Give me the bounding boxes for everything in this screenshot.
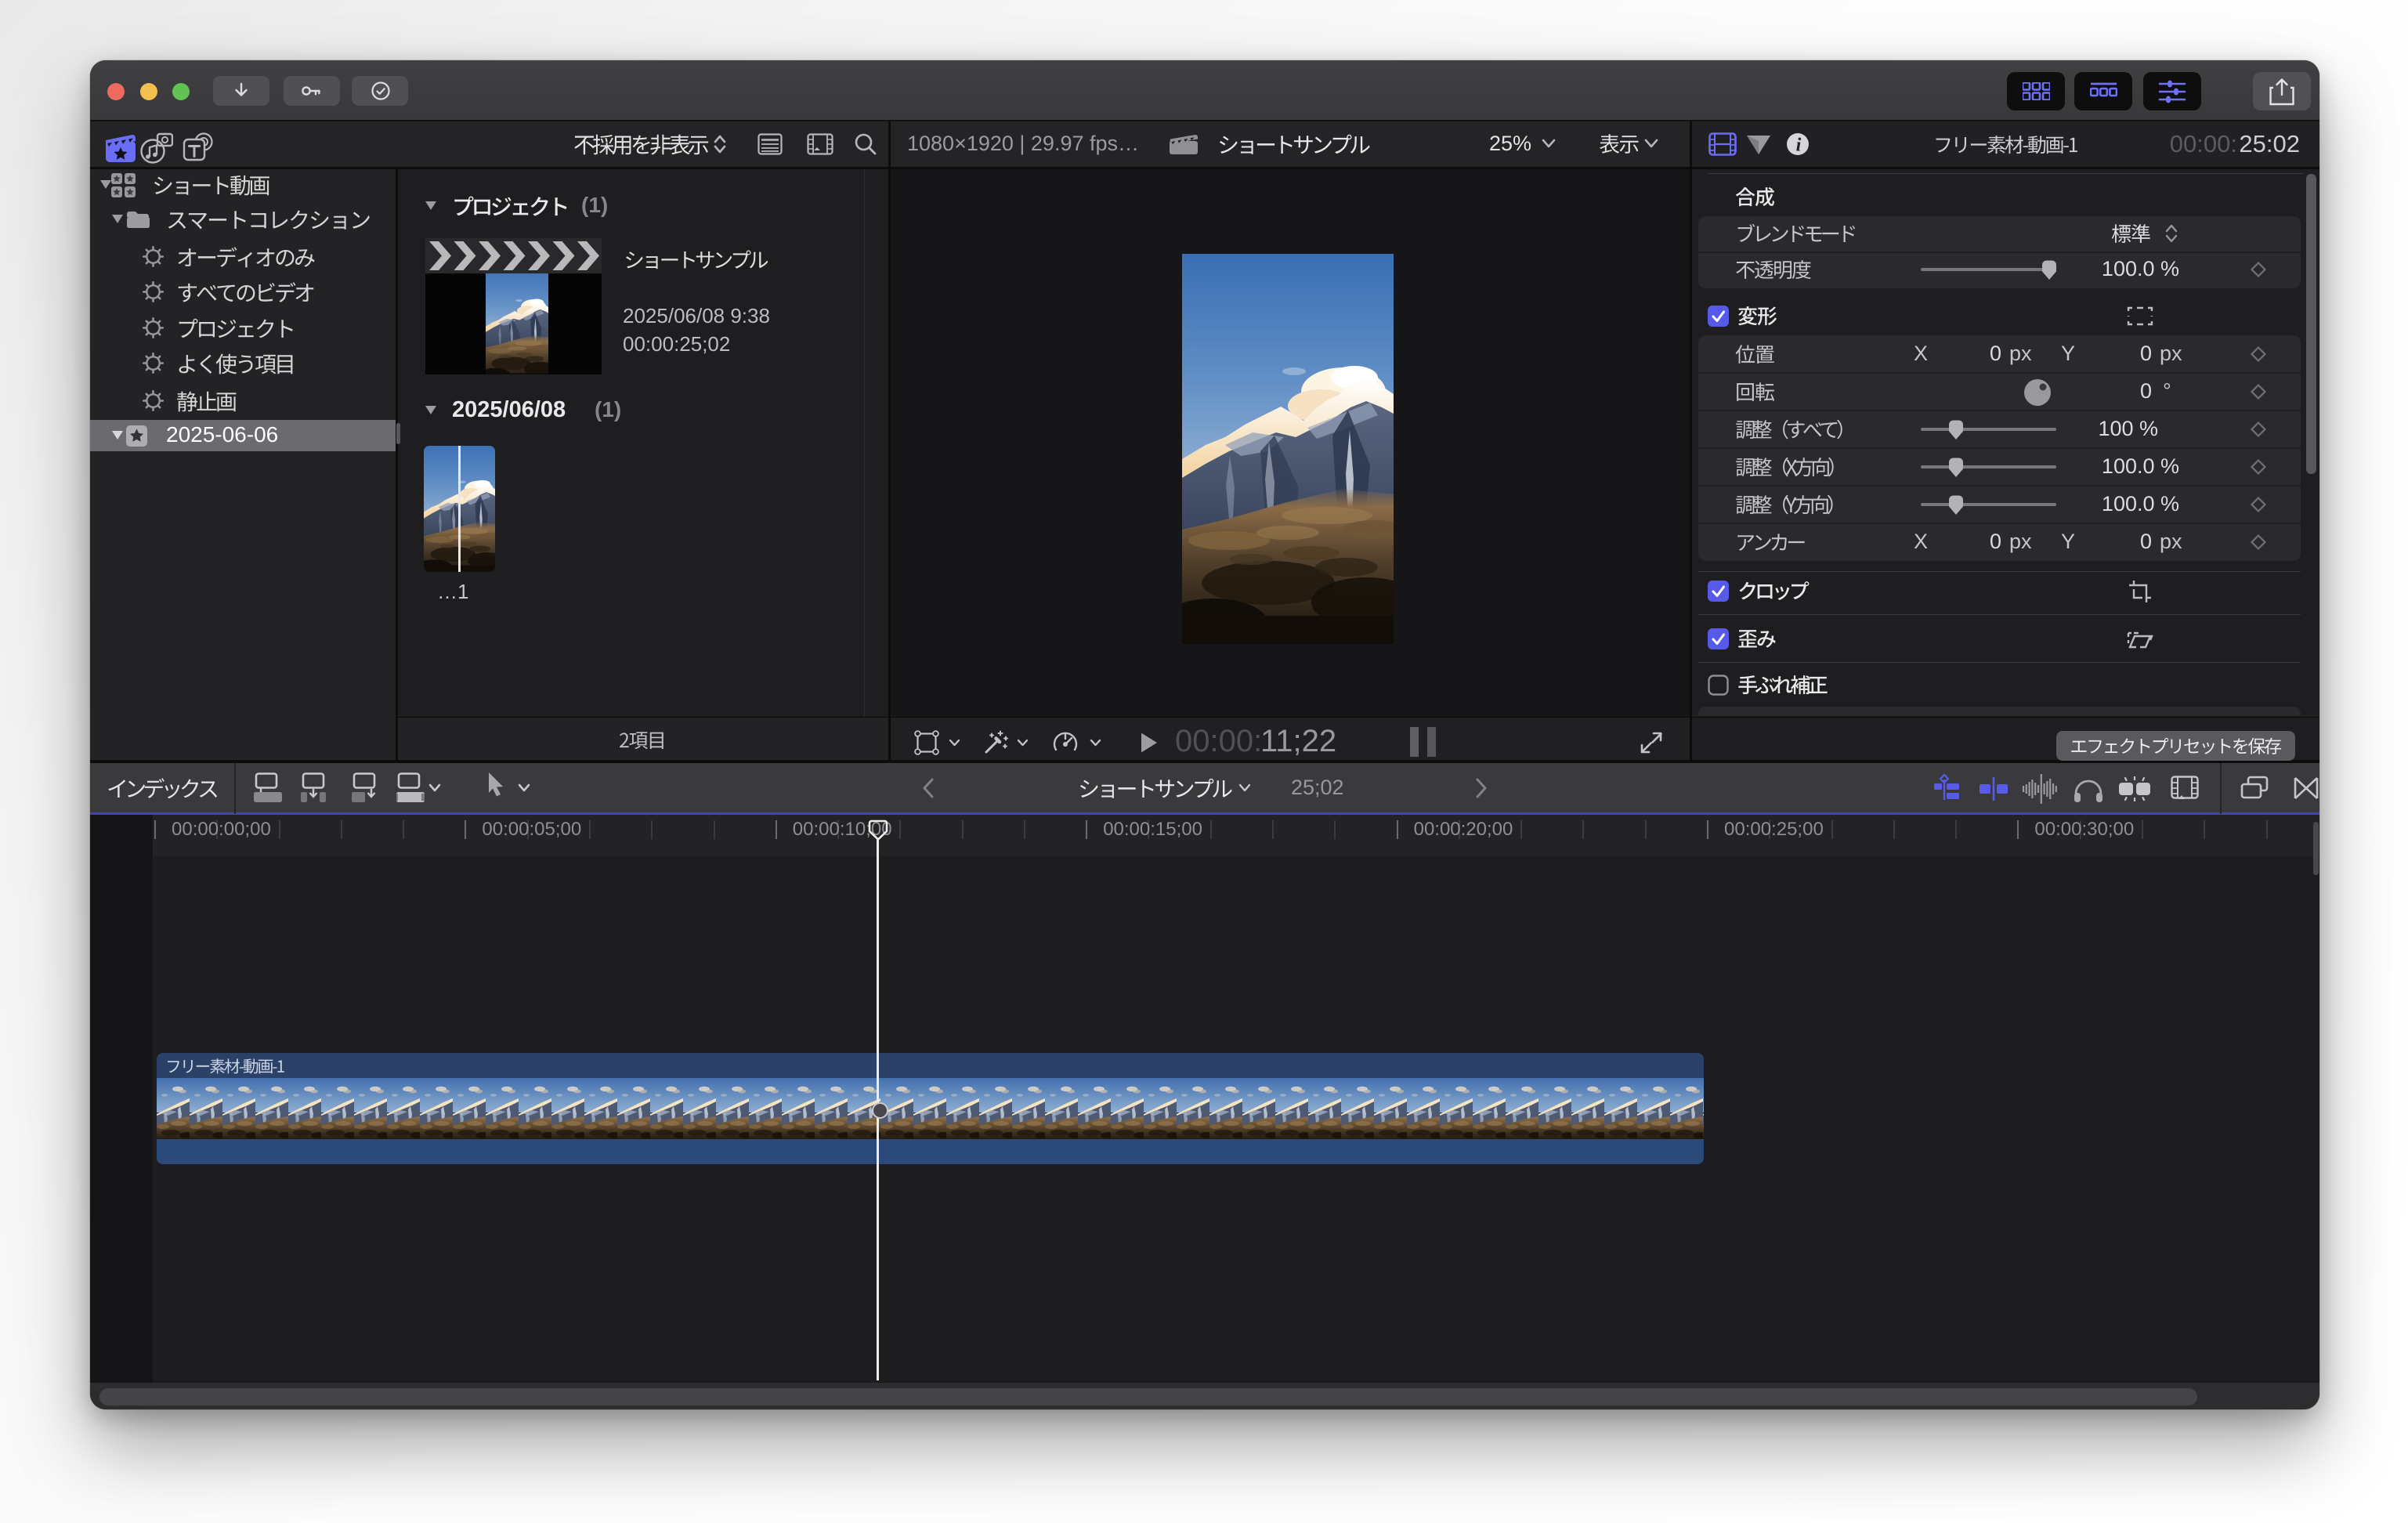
svg-text:i: i bbox=[1796, 136, 1802, 156]
